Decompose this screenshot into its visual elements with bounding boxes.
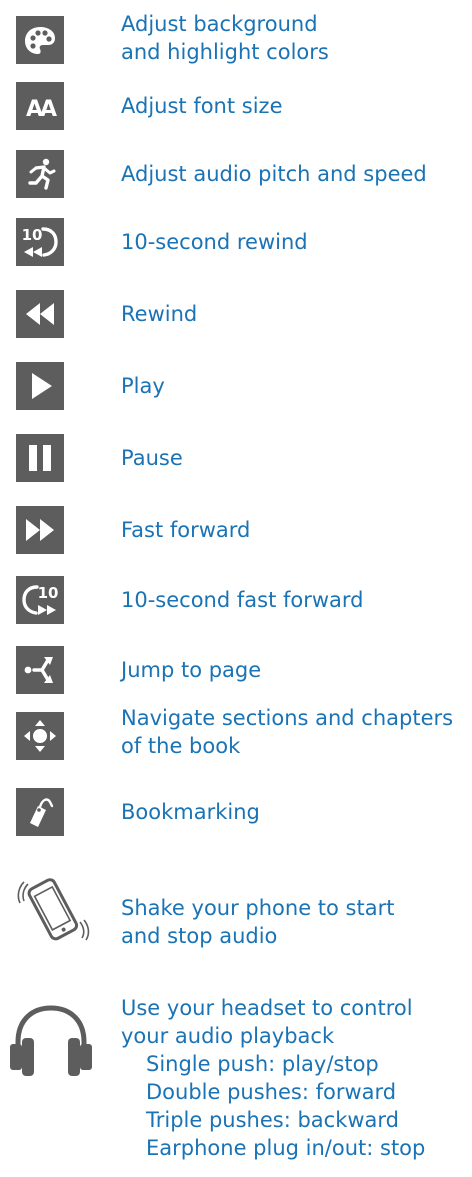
headset-line-2: your audio playback (121, 1024, 335, 1048)
headset-section: Use your headset to control your audio p… (0, 990, 472, 1170)
bookmark-tag-icon (16, 788, 64, 836)
list-item-jump-to-page[interactable]: Jump to page (0, 646, 472, 694)
font-size-glyph: AA (26, 97, 57, 122)
list-item-forward-10[interactable]: 10 10-second fast forward (0, 576, 472, 624)
label: 10-second fast forward (121, 588, 364, 612)
pause-icon (16, 434, 64, 482)
forward-10-icon: 10 (16, 576, 64, 624)
headphones-icon (6, 1002, 96, 1082)
list-item-font-size[interactable]: AA Adjust font size (0, 82, 472, 130)
label: 10-second rewind (121, 230, 308, 254)
label: Adjust font size (121, 94, 283, 118)
label-line-2: of the book (121, 734, 241, 758)
rewind-10-number: 10 (22, 226, 43, 244)
rewind-10-icon: 10 (16, 218, 64, 266)
list-item-pause[interactable]: Pause (0, 434, 472, 482)
jump-to-page-icon (16, 646, 64, 694)
label: Play (121, 374, 165, 398)
controls-help-page: { "items": [ {"icon": "palette-icon", "l… (0, 0, 472, 1177)
fast-forward-icon (16, 506, 64, 554)
palette-icon (16, 16, 64, 64)
label: Adjust audio pitch and speed (121, 162, 427, 186)
label-line-2: and highlight colors (121, 40, 329, 64)
list-item-bookmarking[interactable]: Bookmarking (0, 788, 472, 836)
headset-detail-plug: Earphone plug in/out: stop (146, 1136, 426, 1160)
list-item-rewind[interactable]: Rewind (0, 290, 472, 338)
rewind-icon (16, 290, 64, 338)
headset-detail-triple-pushes: Triple pushes: backward (146, 1108, 400, 1132)
label: Jump to page (121, 658, 262, 682)
running-person-icon (16, 150, 64, 198)
headset-line-1: Use your headset to control (121, 996, 413, 1020)
headset-detail-double-pushes: Double pushes: forward (146, 1080, 397, 1104)
label-line-1: Adjust background (121, 12, 318, 36)
label-line-1: Navigate sections and chapters (121, 706, 454, 730)
list-item-audio-pitch-speed[interactable]: Adjust audio pitch and speed (0, 150, 472, 198)
list-item-fast-forward[interactable]: Fast forward (0, 506, 472, 554)
label: Rewind (121, 302, 198, 326)
list-item-play[interactable]: Play (0, 362, 472, 410)
navigate-arrows-icon (16, 712, 64, 760)
list-item-navigate-sections[interactable]: Navigate sections and chapters of the bo… (0, 704, 472, 766)
label: Pause (121, 446, 183, 470)
font-size-icon: AA (16, 82, 64, 130)
shake-line-2: and stop audio (121, 924, 278, 948)
shake-line-1: Shake your phone to start (121, 896, 395, 920)
label: Fast forward (121, 518, 251, 542)
list-item-adjust-colors[interactable]: Adjust background and highlight colors (0, 10, 472, 68)
headset-detail-single-push: Single push: play/stop (146, 1052, 379, 1076)
list-item-rewind-10[interactable]: 10 10-second rewind (0, 218, 472, 266)
shake-phone-section: Shake your phone to start and stop audio (0, 870, 472, 950)
shaking-phone-icon (10, 870, 90, 950)
play-icon (16, 362, 64, 410)
label: Bookmarking (121, 800, 260, 824)
forward-10-number: 10 (38, 584, 59, 602)
